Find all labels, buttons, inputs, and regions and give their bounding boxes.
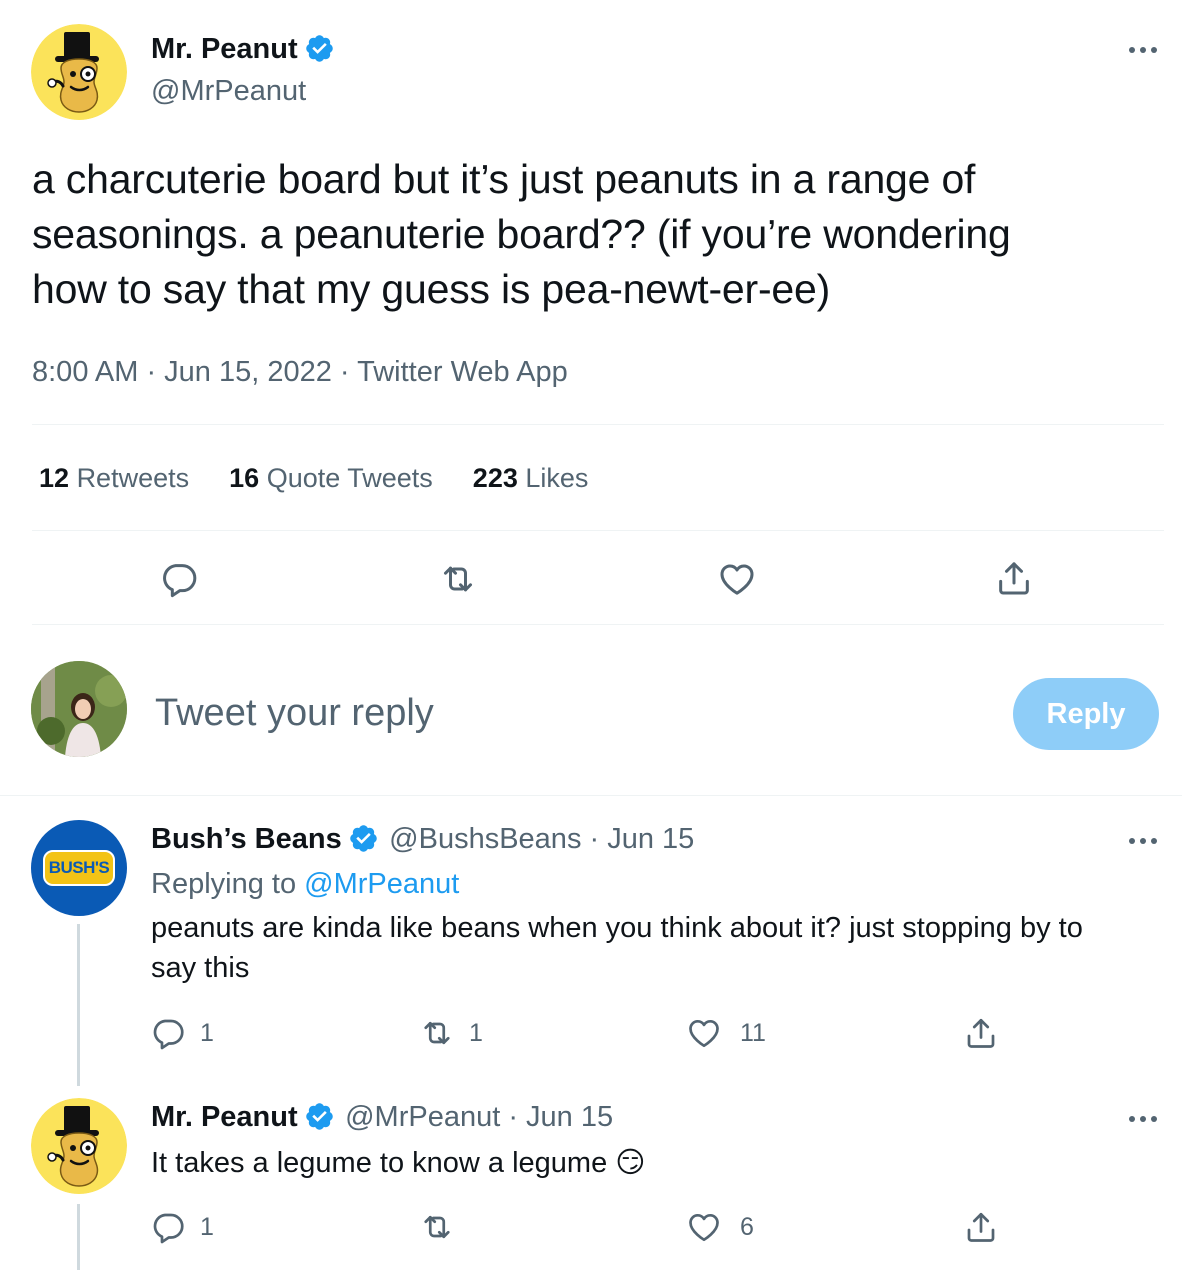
user-photo-image xyxy=(31,661,127,757)
reply-icon[interactable]: 1 xyxy=(150,1209,214,1245)
retweet-icon[interactable] xyxy=(419,1209,455,1245)
reply-meta[interactable]: @MrPeanut · Jun 15 xyxy=(345,1101,613,1133)
divider xyxy=(32,624,1164,625)
verified-badge-icon xyxy=(348,823,379,854)
reply-text: It takes a legume to know a legume 😏 xyxy=(151,1142,646,1183)
quotes-label: Quote Tweets xyxy=(266,463,433,493)
like-count: 6 xyxy=(740,1212,754,1241)
mr-peanut-avatar-image xyxy=(31,1098,127,1194)
retweets-label: Retweets xyxy=(76,463,190,493)
retweet-count: 1 xyxy=(469,1018,483,1047)
more-icon[interactable] xyxy=(1129,47,1157,53)
reply-button[interactable]: Reply xyxy=(1013,678,1159,750)
divider xyxy=(0,795,1182,796)
tweet-stats: 12 Retweets 16 Quote Tweets 223 Likes xyxy=(39,463,588,494)
mr-peanut-reply-avatar[interactable] xyxy=(31,1098,127,1194)
divider xyxy=(32,530,1164,531)
more-icon[interactable] xyxy=(1129,1116,1157,1122)
author-name[interactable]: Mr. Peanut xyxy=(151,33,298,65)
like-icon[interactable]: 11 xyxy=(686,1015,766,1051)
tweet-text-line: a charcuterie board but it’s just peanut… xyxy=(32,156,976,202)
reply-count: 1 xyxy=(200,1018,214,1047)
verified-badge-icon xyxy=(304,1101,335,1132)
reply-text-content: It takes a legume to know a legume xyxy=(151,1147,608,1179)
author-name-row[interactable]: Mr. Peanut xyxy=(151,33,335,66)
reply-input[interactable]: Tweet your reply xyxy=(155,692,434,735)
share-icon[interactable] xyxy=(994,558,1034,598)
thread-line xyxy=(77,1204,80,1270)
tweet-text-line: seasonings. a peanuterie board?? (if you… xyxy=(32,211,1011,257)
quote-tweets-stat[interactable]: 16 Quote Tweets xyxy=(229,463,433,494)
likes-label: Likes xyxy=(525,463,589,493)
reply-text-line: say this xyxy=(151,952,250,984)
quotes-count: 16 xyxy=(229,463,260,493)
reply-count: 1 xyxy=(200,1212,214,1241)
smirk-emoji: 😏 xyxy=(615,1145,646,1179)
reply-meta[interactable]: @BushsBeans · Jun 15 xyxy=(389,823,694,855)
mr-peanut-avatar-image xyxy=(31,24,127,120)
reply-header: Mr. Peanut @MrPeanut · Jun 15 xyxy=(151,1101,613,1134)
like-icon[interactable] xyxy=(717,559,757,599)
likes-stat[interactable]: 223 Likes xyxy=(473,463,589,494)
more-icon[interactable] xyxy=(1129,838,1157,844)
retweet-icon[interactable] xyxy=(438,559,478,599)
share-icon[interactable] xyxy=(963,1015,999,1051)
tweet-timestamp[interactable]: 8:00 AM · Jun 15, 2022 · Twitter Web App xyxy=(32,356,568,389)
author-handle[interactable]: @MrPeanut xyxy=(151,75,306,108)
author-avatar[interactable] xyxy=(31,24,127,120)
bushs-logo: BUSH'S xyxy=(42,850,116,886)
divider xyxy=(32,424,1164,425)
thread-line xyxy=(77,924,80,1086)
retweets-count: 12 xyxy=(39,463,70,493)
like-icon[interactable]: 6 xyxy=(686,1209,754,1245)
reply-text: peanuts are kinda like beans when you th… xyxy=(151,908,1151,988)
replying-to-label: Replying to xyxy=(151,868,297,900)
reply-author-name[interactable]: Bush’s Beans xyxy=(151,823,342,855)
verified-badge-icon xyxy=(304,33,335,64)
retweets-stat[interactable]: 12 Retweets xyxy=(39,463,189,494)
likes-count: 223 xyxy=(472,463,518,493)
reply-text-line: peanuts are kinda like beans when you th… xyxy=(151,912,1083,944)
current-user-avatar[interactable] xyxy=(31,661,127,757)
reply-icon[interactable]: 1 xyxy=(150,1015,214,1051)
reply-header: Bush’s Beans @BushsBeans · Jun 15 xyxy=(151,823,694,856)
replying-to: Replying to @MrPeanut xyxy=(151,868,459,901)
bushs-beans-avatar[interactable]: BUSH'S xyxy=(31,820,127,916)
share-icon[interactable] xyxy=(963,1209,999,1245)
tweet-text: a charcuterie board but it’s just peanut… xyxy=(32,152,1162,317)
reply-icon[interactable] xyxy=(159,559,199,599)
bushs-logo-text: BUSH'S xyxy=(48,858,110,877)
like-count: 11 xyxy=(740,1018,766,1047)
replying-to-handle[interactable]: @MrPeanut xyxy=(304,868,459,900)
reply-author-name[interactable]: Mr. Peanut xyxy=(151,1101,298,1133)
tweet-text-line: how to say that my guess is pea-newt-er-… xyxy=(32,266,831,312)
retweet-icon[interactable]: 1 xyxy=(419,1015,483,1051)
